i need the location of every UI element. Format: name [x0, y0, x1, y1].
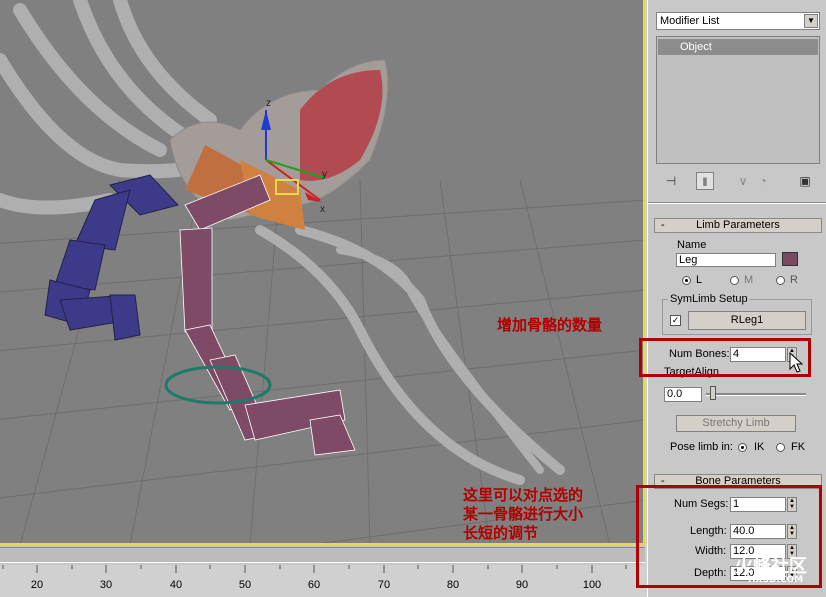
frame-tick-label: 30 — [99, 579, 113, 591]
stack-item-object[interactable]: Object — [658, 39, 818, 55]
pose-limb-label: Pose limb in: — [670, 441, 733, 453]
chevron-down-icon[interactable]: ▼ — [804, 14, 818, 28]
pose-fk-radio[interactable] — [776, 443, 785, 452]
gizmo-x-label: x — [320, 204, 325, 215]
frame-tick-label: 50 — [238, 579, 252, 591]
limb-parameters-title: Limb Parameters — [696, 219, 780, 231]
num-bones-highlight-box — [639, 338, 811, 377]
time-slider-area: 20 30 40 50 60 70 80 90 100 — [0, 545, 645, 597]
stack-item-label: Object — [680, 41, 712, 53]
frame-tick-label: 40 — [169, 579, 183, 591]
show-end-result-icon[interactable]: ‖ — [696, 172, 714, 190]
make-unique-icon[interactable]: ∨ — [734, 172, 752, 190]
track-bar-ticks — [2, 565, 627, 573]
panel-divider — [648, 202, 826, 204]
name-field[interactable]: Leg — [676, 253, 776, 267]
time-slider[interactable] — [0, 547, 645, 563]
pose-fk-label: FK — [791, 441, 806, 453]
target-align-slider-track[interactable] — [706, 393, 806, 396]
object-color-swatch[interactable] — [782, 252, 798, 266]
limb-parameters-rollout[interactable]: - Limb Parameters — [654, 218, 822, 233]
pose-ik-radio[interactable] — [738, 443, 747, 452]
track-bar[interactable]: 20 30 40 50 60 70 80 90 100 — [0, 565, 645, 597]
remove-modifier-icon[interactable]: ◔ — [754, 172, 772, 190]
stretchy-limb-button[interactable]: Stretchy Limb — [676, 415, 796, 432]
modifier-list-label: Modifier List — [660, 15, 720, 27]
frame-tick-label: 60 — [307, 579, 321, 591]
pin-stack-icon[interactable]: ⊣ — [662, 172, 680, 190]
modifier-list-dropdown[interactable]: Modifier List ▼ — [656, 12, 820, 30]
modifier-stack[interactable]: Object — [656, 36, 820, 164]
watermark-domain: HXSD.COM — [748, 575, 804, 585]
name-label: Name — [677, 239, 707, 251]
side-m-label: M — [744, 274, 754, 286]
abdomen-red — [300, 70, 383, 181]
annotation-adjust-line3: 长短的调节 — [463, 524, 539, 542]
frame-tick-label: 80 — [446, 579, 460, 591]
symlimb-target-button[interactable]: RLeg1 — [688, 311, 806, 330]
configure-sets-icon[interactable]: ▣ — [796, 172, 814, 190]
perspective-viewport[interactable]: z y x 增加骨骼的数量 这里可以对点选的 某一骨骼进行大小 长短的调节 — [0, 0, 645, 545]
annotation-adjust-line1: 这里可以对点选的 — [463, 486, 584, 504]
annotation-adjust-line2: 某一骨骼进行大小 — [463, 505, 584, 523]
side-r-radio[interactable] — [776, 276, 785, 285]
gizmo-z-label: z — [266, 98, 271, 109]
frame-tick-label: 90 — [515, 579, 529, 591]
side-r-label: R — [790, 274, 798, 286]
side-l-label: L — [696, 274, 703, 286]
stack-toolbar: ⊣ ‖ ∨ ◔ ▣ — [656, 170, 820, 194]
frame-tick-label: 20 — [30, 579, 44, 591]
target-align-slider-handle[interactable] — [710, 386, 716, 400]
frame-tick-label: 100 — [582, 579, 602, 591]
frame-tick-label: 70 — [377, 579, 391, 591]
annotation-num-bones: 增加骨骼的数量 — [497, 316, 603, 334]
symlimb-label: SymLimb Setup — [668, 293, 750, 305]
side-l-radio[interactable] — [682, 276, 691, 285]
gizmo-y-label: y — [322, 169, 327, 180]
target-align-field[interactable]: 0.0 — [664, 387, 702, 402]
viewport-scene: z y x — [0, 0, 643, 543]
left-limb-bones — [44, 174, 179, 341]
pose-ik-label: IK — [754, 441, 765, 453]
symlimb-checkbox[interactable]: ✓ — [670, 315, 681, 326]
side-m-radio[interactable] — [730, 276, 739, 285]
